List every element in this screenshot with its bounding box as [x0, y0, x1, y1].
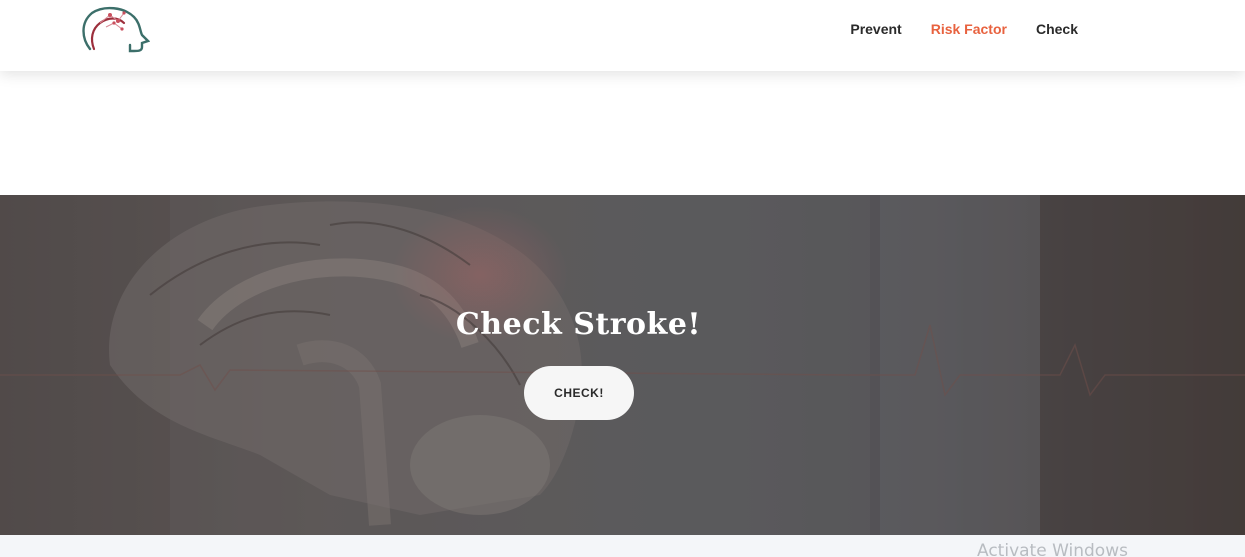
head-brain-logo-icon[interactable] [78, 5, 151, 55]
hero-title: Check Stroke! [455, 307, 702, 342]
nav-item-prevent[interactable]: Prevent [850, 21, 901, 37]
hero-section: Check Stroke! CHECK! [0, 195, 1245, 535]
nav-item-risk-factor[interactable]: Risk Factor [931, 21, 1007, 37]
check-button[interactable]: CHECK! [524, 366, 634, 420]
hero-overlay [0, 195, 1245, 535]
navbar: Prevent Risk Factor Check [0, 0, 1245, 71]
nav-item-check[interactable]: Check [1036, 21, 1078, 37]
activate-windows-watermark: Activate Windows [977, 541, 1128, 557]
page: Stroke! Prevent Risk Factor Check [0, 0, 1245, 557]
main-nav: Prevent Risk Factor Check [850, 21, 1078, 37]
